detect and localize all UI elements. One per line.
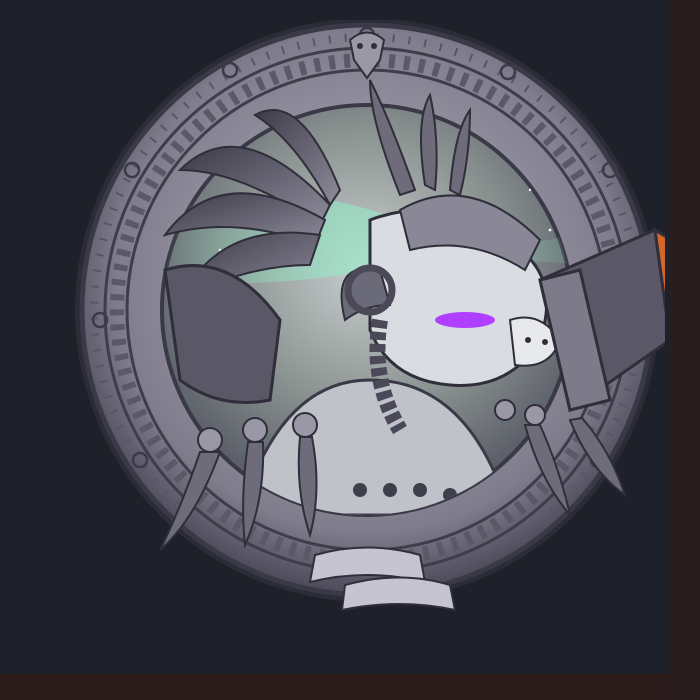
right-dark-strip xyxy=(670,0,700,700)
bottom-dark-strip xyxy=(0,674,700,700)
bull-medallion-artwork xyxy=(70,20,665,615)
magenta-eye-glow xyxy=(435,312,495,328)
medallion-svg xyxy=(75,20,665,612)
